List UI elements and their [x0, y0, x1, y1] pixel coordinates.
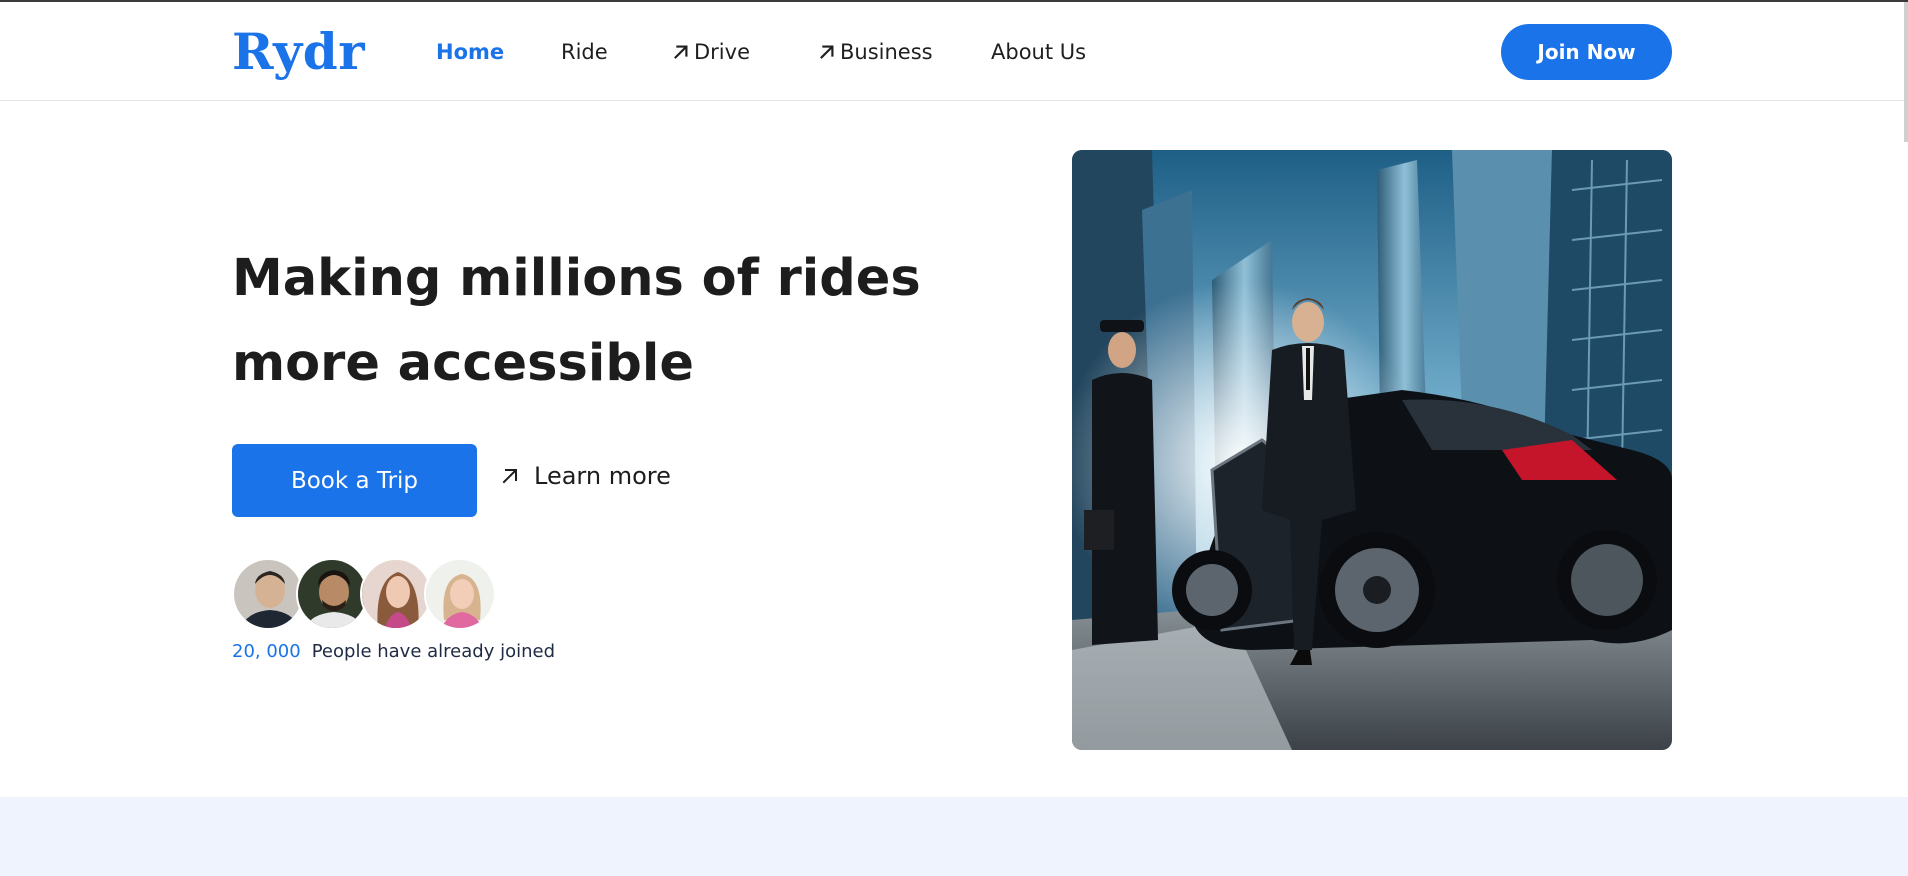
lower-section-band: [0, 797, 1908, 876]
hero-title-line1: Making millions of rides: [232, 249, 921, 308]
avatar: [232, 558, 304, 630]
arrow-up-right-icon: [674, 45, 688, 59]
nav-item-ride[interactable]: Ride: [561, 40, 608, 64]
nav-item-home[interactable]: Home: [436, 40, 504, 64]
learn-more-link[interactable]: Learn more: [500, 462, 671, 490]
arrow-up-right-icon: [820, 45, 834, 59]
nav-item-label: About Us: [991, 40, 1087, 64]
arrow-up-right-icon: [502, 469, 517, 484]
nav-item-label: Business: [840, 40, 933, 64]
nav-item-about-us[interactable]: About Us: [991, 40, 1086, 64]
chauffeur-car-illustration: [1072, 150, 1672, 750]
scrollbar-thumb[interactable]: [1904, 2, 1908, 142]
brand-logo[interactable]: Rydr: [232, 22, 365, 81]
hero-title: Making millions of rides more accessible: [232, 236, 932, 406]
join-now-button[interactable]: Join Now: [1501, 24, 1672, 80]
nav-item-business[interactable]: Business: [818, 40, 933, 64]
book-trip-button[interactable]: Book a Trip: [232, 444, 477, 517]
hero-title-line2: more accessible: [232, 334, 694, 393]
joined-stat: 20, 000 People have already joined: [232, 641, 555, 662]
learn-more-label: Learn more: [534, 462, 671, 490]
hero-image: [1072, 150, 1672, 750]
nav-item-label: Ride: [561, 40, 608, 64]
avatar: [360, 558, 432, 630]
joined-avatars: [232, 558, 512, 630]
nav-item-label: Drive: [694, 40, 750, 64]
joined-label: People have already joined: [311, 641, 555, 662]
joined-count: 20, 000: [232, 641, 301, 662]
site-header: Rydr Home Ride Drive Business About Us J…: [0, 2, 1908, 101]
nav-item-label: Home: [436, 40, 505, 64]
avatar: [296, 558, 368, 630]
nav-item-drive[interactable]: Drive: [672, 40, 750, 64]
avatar: [424, 558, 496, 630]
